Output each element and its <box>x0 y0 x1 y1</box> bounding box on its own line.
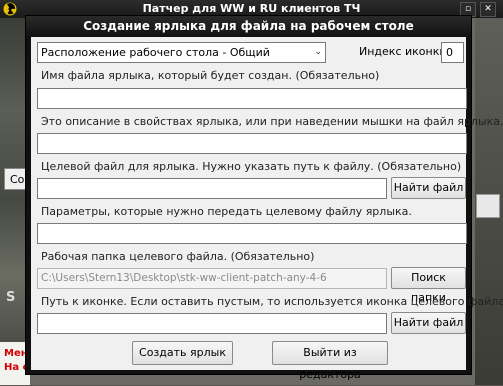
find-target-file-button[interactable]: Найти файл <box>391 177 466 199</box>
icon-path-input[interactable] <box>37 313 387 334</box>
dialog-body: Расположение рабочего стола - Общий ⌄ Ин… <box>31 37 503 381</box>
working-folder-label: Рабочая папка целевого файла. (Обязатель… <box>41 250 315 263</box>
chevron-down-icon[interactable]: ⌄ <box>314 43 322 62</box>
working-folder-input[interactable]: C:\Users\Stern13\Desktop\stk-ww-client-p… <box>37 268 387 289</box>
radiation-icon <box>3 2 17 16</box>
shortcut-name-input[interactable] <box>37 88 467 109</box>
background-title: Патчер для WW и RU клиентов ТЧ <box>142 2 361 15</box>
icon-index-label: Индекс иконки <box>359 45 447 58</box>
exit-editor-button[interactable]: Выйти из редактора <box>272 341 388 381</box>
parameters-input[interactable] <box>37 223 467 244</box>
icon-index-input[interactable]: 0 <box>441 42 464 63</box>
desktop-location-select[interactable]: Расположение рабочего стола - Общий ⌄ <box>37 42 326 63</box>
target-file-input[interactable] <box>37 178 387 199</box>
dialog-title: Создание ярлыка для файла на рабочем сто… <box>26 16 471 37</box>
shortcut-dialog: Создание ярлыка для файла на рабочем сто… <box>25 15 503 381</box>
shortcut-name-label: Имя файла ярлыка, который будет создан. … <box>41 69 380 82</box>
desktop-location-value: Расположение рабочего стола - Общий <box>41 46 270 59</box>
find-folder-button[interactable]: Поиск папки <box>391 267 466 304</box>
find-icon-file-button[interactable]: Найти файл <box>391 312 466 334</box>
parameters-label: Параметры, которые нужно передать целево… <box>41 205 412 218</box>
description-label: Это описание в свойствах ярлыка, или при… <box>41 115 503 128</box>
create-shortcut-button[interactable]: Создать ярлык <box>132 341 233 365</box>
icon-path-label: Путь к иконке. Если оставить пустым, то … <box>41 295 503 308</box>
description-input[interactable] <box>37 133 467 154</box>
target-file-label: Целевой файл для ярлыка. Нужно указать п… <box>41 160 462 173</box>
background-close-button[interactable]: ✕ <box>480 2 496 17</box>
background-left-text: S <box>6 290 16 305</box>
background-right-button[interactable] <box>476 194 500 218</box>
